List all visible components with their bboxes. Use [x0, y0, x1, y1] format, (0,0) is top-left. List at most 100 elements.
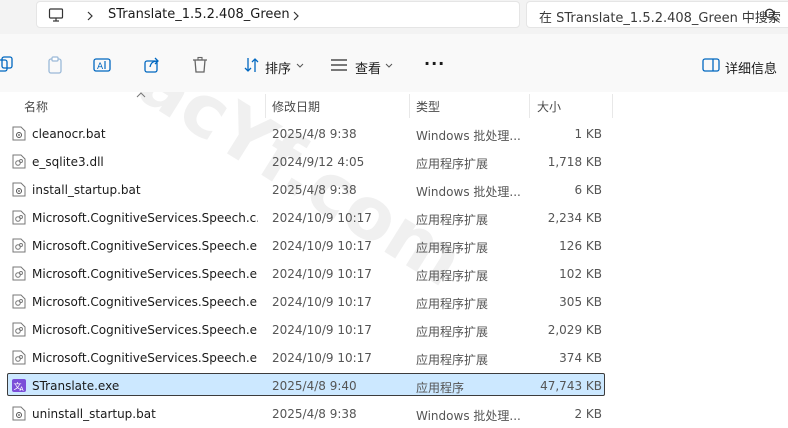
file-name: Microsoft.CognitiveServices.Speech.c...	[32, 211, 258, 225]
file-row[interactable]: 文 A STranslate.exe 2025/4/8 9:40 应用程序 47,743 …	[0, 372, 788, 400]
file-date: 2025/4/8 9:40	[272, 379, 357, 393]
batch-file-icon	[12, 182, 26, 197]
file-date: 2024/10/9 10:17	[272, 295, 372, 309]
column-header-size[interactable]: 大小	[537, 98, 561, 115]
more-options-button[interactable]: ···	[424, 54, 445, 73]
file-size: 2,234 KB	[547, 211, 602, 225]
file-type: 应用程序扩展	[416, 241, 489, 255]
dll-file-icon	[12, 322, 26, 337]
column-header-date[interactable]: 修改日期	[272, 98, 320, 115]
dll-file-icon	[12, 266, 26, 281]
column-header-name[interactable]: 名称	[24, 98, 48, 115]
file-size: 2 KB	[574, 407, 602, 421]
view-button[interactable]: 查看	[355, 58, 381, 77]
file-row[interactable]: Microsoft.CognitiveServices.Speech.e... 2…	[0, 260, 788, 288]
file-name: Microsoft.CognitiveServices.Speech.e...	[32, 351, 258, 365]
file-size: 305 KB	[559, 295, 602, 309]
address-bar-area: STranslate_1.5.2.408_Green 在 STranslate_…	[0, 0, 788, 34]
file-row[interactable]: uninstall_startup.bat 2025/4/8 9:38 Window…	[0, 400, 788, 428]
file-size: 126 KB	[559, 239, 602, 253]
file-type: Windows 批处理...	[416, 129, 521, 143]
column-divider[interactable]	[409, 94, 410, 118]
delete-icon[interactable]	[191, 56, 209, 74]
sort-ascending-icon	[136, 92, 146, 98]
chevron-right-icon[interactable]	[85, 11, 95, 21]
file-row[interactable]: e_sqlite3.dll 2024/9/12 4:05 应用程序扩展 1,718 K…	[0, 148, 788, 176]
file-row[interactable]: cleanocr.bat 2025/4/8 9:38 Windows 批处理... 1…	[0, 120, 788, 148]
file-size: 1,718 KB	[547, 155, 602, 169]
file-name: Microsoft.CognitiveServices.Speech.e...	[32, 239, 258, 253]
file-date: 2025/4/8 9:38	[272, 183, 357, 197]
file-date: 2024/9/12 4:05	[272, 155, 365, 169]
breadcrumb[interactable]: STranslate_1.5.2.408_Green	[108, 7, 290, 22]
file-date: 2025/4/8 9:38	[272, 127, 357, 141]
details-pane-icon[interactable]	[702, 56, 720, 74]
svg-text:A: A	[97, 62, 104, 72]
file-name: uninstall_startup.bat	[32, 407, 156, 421]
file-name: Microsoft.CognitiveServices.Speech.e...	[32, 267, 258, 281]
paste-icon[interactable]	[46, 56, 64, 74]
column-header-row: 名称 修改日期 类型 大小	[0, 92, 788, 120]
search-icon[interactable]	[764, 8, 778, 22]
file-date: 2024/10/9 10:17	[272, 239, 372, 253]
file-name: cleanocr.bat	[32, 127, 106, 141]
file-date: 2024/10/9 10:17	[272, 323, 372, 337]
column-header-type[interactable]: 类型	[416, 98, 440, 115]
chevron-down-icon[interactable]	[296, 63, 304, 69]
column-divider[interactable]	[612, 94, 613, 118]
sort-button[interactable]: 排序	[265, 58, 291, 77]
sort-icon[interactable]	[243, 56, 261, 74]
command-bar: A 排序 查看 ··· 详细信息	[0, 34, 788, 92]
chevron-down-icon[interactable]	[385, 63, 393, 69]
file-type: 应用程序扩展	[416, 213, 489, 227]
file-type: 应用程序	[416, 381, 465, 395]
file-row[interactable]: Microsoft.CognitiveServices.Speech.e... 2…	[0, 232, 788, 260]
file-type: Windows 批处理...	[416, 409, 521, 423]
dll-file-icon	[12, 350, 26, 365]
file-name: e_sqlite3.dll	[32, 155, 104, 169]
batch-file-icon	[12, 126, 26, 141]
view-icon[interactable]	[330, 56, 348, 74]
address-bar[interactable]: STranslate_1.5.2.408_Green	[36, 1, 520, 28]
file-row[interactable]: install_startup.bat 2025/4/8 9:38 Windows …	[0, 176, 788, 204]
file-type: Windows 批处理...	[416, 185, 521, 199]
file-size: 374 KB	[559, 351, 602, 365]
file-type: 应用程序扩展	[416, 325, 489, 339]
file-name: Microsoft.CognitiveServices.Speech.e...	[32, 295, 258, 309]
file-size: 6 KB	[574, 183, 602, 197]
file-date: 2025/4/8 9:38	[272, 407, 357, 421]
file-size: 2,029 KB	[547, 323, 602, 337]
dll-file-icon	[12, 210, 26, 225]
copy-icon[interactable]	[0, 56, 18, 74]
dll-file-icon	[12, 154, 26, 169]
search-input[interactable]: 在 STranslate_1.5.2.408_Green 中搜索	[539, 7, 781, 26]
file-date: 2024/10/9 10:17	[272, 267, 372, 281]
file-row[interactable]: Microsoft.CognitiveServices.Speech.e... 2…	[0, 288, 788, 316]
rename-icon[interactable]: A	[93, 56, 111, 74]
dll-file-icon	[12, 238, 26, 253]
search-box[interactable]: 在 STranslate_1.5.2.408_Green 中搜索	[526, 1, 788, 28]
file-type: 应用程序扩展	[416, 353, 489, 367]
file-row[interactable]: Microsoft.CognitiveServices.Speech.c... 2…	[0, 204, 788, 232]
file-type: 应用程序扩展	[416, 157, 489, 171]
details-button[interactable]: 详细信息	[725, 58, 777, 77]
file-row[interactable]: Microsoft.CognitiveServices.Speech.e... 2…	[0, 344, 788, 372]
stranslate-app-icon: 文A	[12, 378, 26, 393]
column-divider[interactable]	[529, 94, 530, 118]
file-name: Microsoft.CognitiveServices.Speech.e...	[32, 323, 258, 337]
file-size: 102 KB	[559, 267, 602, 281]
file-type: 应用程序扩展	[416, 297, 489, 311]
dll-file-icon	[12, 294, 26, 309]
file-size: 1 KB	[574, 127, 602, 141]
file-size: 47,743 KB	[540, 379, 602, 393]
file-date: 2024/10/9 10:17	[272, 211, 372, 225]
file-row[interactable]: Microsoft.CognitiveServices.Speech.e... 2…	[0, 316, 788, 344]
file-name: install_startup.bat	[32, 183, 141, 197]
column-divider[interactable]	[265, 94, 266, 118]
share-icon[interactable]	[143, 56, 161, 74]
file-list: cleanocr.bat 2025/4/8 9:38 Windows 批处理... 1…	[0, 120, 788, 428]
file-type: 应用程序扩展	[416, 269, 489, 283]
computer-icon[interactable]	[48, 7, 64, 23]
chevron-right-icon[interactable]	[291, 11, 301, 21]
file-date: 2024/10/9 10:17	[272, 351, 372, 365]
